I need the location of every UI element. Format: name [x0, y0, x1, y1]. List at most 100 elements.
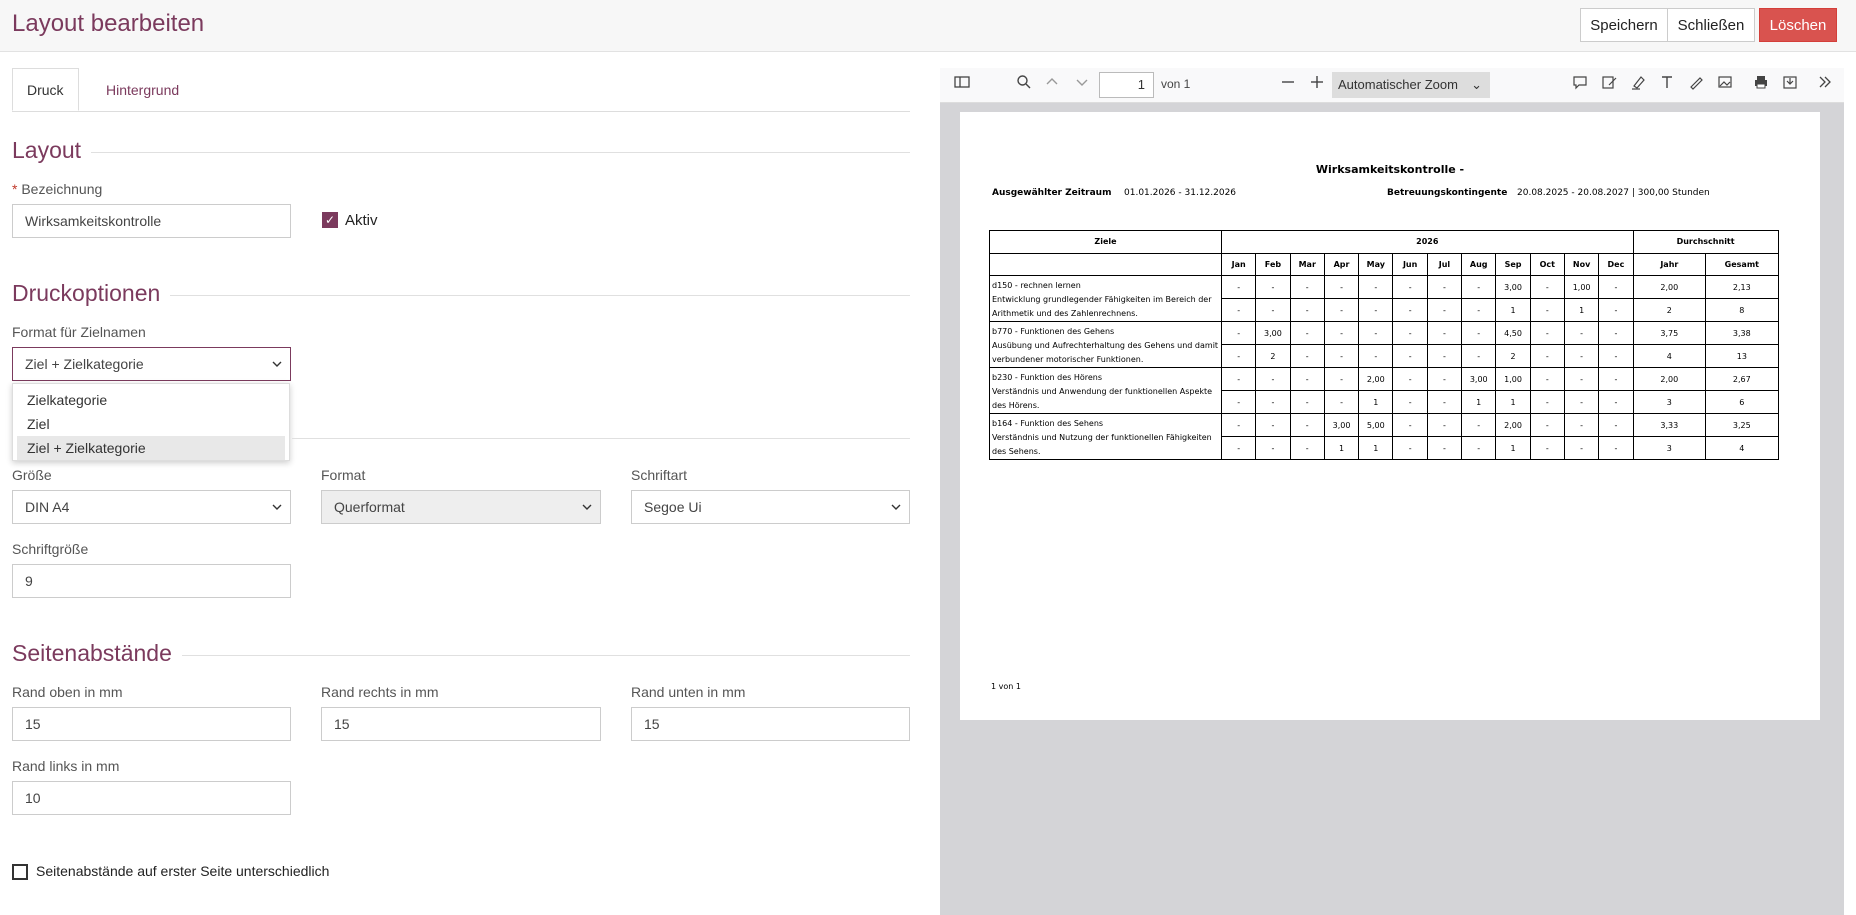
- value-cell: 3,33: [1632, 413, 1707, 437]
- zoom-in-icon[interactable]: [1310, 74, 1324, 93]
- avg-col-header: Jahr: [1632, 252, 1707, 276]
- value-cell: 3,00: [1495, 275, 1531, 299]
- option-ziel-zielkategorie[interactable]: Ziel + Zielkategorie: [17, 436, 285, 460]
- count-cell: -: [1255, 390, 1291, 414]
- value-cell: 3,00: [1255, 321, 1291, 345]
- table-row: b164 - Funktion des Sehens Verständnis un…: [989, 413, 1779, 460]
- count-cell: 4: [1705, 436, 1779, 460]
- value-cell: 2,00: [1632, 275, 1707, 299]
- text-icon[interactable]: [1659, 74, 1675, 93]
- count-cell: -: [1598, 390, 1634, 414]
- month-header: May: [1358, 252, 1394, 276]
- chevron-down-icon: [272, 359, 282, 372]
- zoom-select[interactable]: Automatischer Zoom ⌄: [1332, 72, 1490, 98]
- save-download-icon[interactable]: [1782, 74, 1798, 93]
- font-size-label: Schriftgröße: [12, 541, 89, 557]
- value-cell: -: [1563, 321, 1600, 345]
- margin-left-input[interactable]: 10: [12, 781, 291, 815]
- count-cell: -: [1461, 344, 1497, 368]
- count-cell: -: [1563, 436, 1600, 460]
- value-cell: -: [1220, 367, 1257, 391]
- value-cell: -: [1220, 321, 1257, 345]
- goal-name: b230 - Funktion des Hörens: [992, 373, 1103, 382]
- goal-cell: d150 - rechnen lernen Entwicklung grundle…: [989, 275, 1222, 322]
- year-header: 2026: [1221, 230, 1634, 254]
- previous-page-icon[interactable]: [1045, 74, 1059, 93]
- count-cell: -: [1289, 344, 1325, 368]
- margin-bottom-input[interactable]: 15: [631, 707, 910, 741]
- comment-icon[interactable]: [1572, 74, 1588, 93]
- table-row: b770 - Funktionen des Gehens Ausübung und…: [989, 321, 1779, 368]
- month-header: Jul: [1426, 252, 1463, 276]
- subheader-row: Jan Feb Mar Apr May Jun Jul Aug Sep Oct Nov Dec Jahr…: [989, 252, 1779, 276]
- page-number-input[interactable]: 1: [1099, 72, 1154, 98]
- font-size-input[interactable]: 9: [12, 564, 291, 598]
- signature-icon[interactable]: [1601, 74, 1617, 93]
- zoom-out-icon[interactable]: [1281, 74, 1295, 93]
- sidebar-toggle-icon[interactable]: [954, 74, 970, 93]
- value-cell: 2,67: [1705, 367, 1779, 391]
- highlight-icon[interactable]: [1630, 74, 1646, 93]
- count-cell: -: [1392, 344, 1428, 368]
- count-cell: -: [1426, 436, 1463, 460]
- draw-icon[interactable]: [1688, 74, 1704, 93]
- option-ziel[interactable]: Ziel: [17, 412, 285, 436]
- page-count: von 1: [1161, 77, 1191, 91]
- first-page-margins-label: Seitenabstände auf erster Seite untersch…: [36, 863, 330, 879]
- print-icon[interactable]: [1753, 74, 1769, 93]
- value-cell: 3,25: [1705, 413, 1779, 437]
- quota-value: 20.08.2025 - 20.08.2027 | 300,00 Stunden: [1517, 188, 1710, 198]
- next-page-icon[interactable]: [1075, 74, 1089, 93]
- tab-background[interactable]: Hintergrund: [92, 68, 193, 111]
- count-cell: 1: [1495, 390, 1531, 414]
- goals-header: Ziele: [989, 230, 1222, 254]
- count-cell: -: [1392, 390, 1428, 414]
- count-cell: 1: [1358, 436, 1394, 460]
- count-cell: -: [1323, 298, 1360, 322]
- size-select[interactable]: DIN A4: [12, 490, 291, 524]
- count-cell: -: [1392, 436, 1428, 460]
- value-cell: -: [1598, 413, 1634, 437]
- name-input[interactable]: Wirksamkeitskontrolle: [12, 204, 291, 238]
- count-cell: -: [1461, 298, 1497, 322]
- first-page-margins-checkbox[interactable]: [12, 864, 28, 880]
- table-row: d150 - rechnen lernen Entwicklung grundle…: [989, 275, 1779, 322]
- count-cell: -: [1529, 436, 1565, 460]
- quota-label: Betreuungskontingente: [1387, 188, 1508, 198]
- count-cell: 1: [1323, 436, 1360, 460]
- layout-section-heading: Layout: [12, 137, 910, 167]
- value-cell: -: [1220, 275, 1257, 299]
- image-icon[interactable]: [1717, 74, 1733, 93]
- month-header: Apr: [1323, 252, 1360, 276]
- count-cell: -: [1358, 344, 1394, 368]
- option-zielkategorie[interactable]: Zielkategorie: [17, 388, 285, 412]
- count-cell: -: [1289, 390, 1325, 414]
- font-select[interactable]: Segoe Ui: [631, 490, 910, 524]
- chevron-down-icon: [272, 502, 282, 515]
- tab-print[interactable]: Druck: [12, 68, 79, 111]
- active-checkbox[interactable]: ✓: [322, 212, 338, 228]
- count-cell: 1: [1563, 298, 1600, 322]
- month-header: Mar: [1289, 252, 1325, 276]
- goal-description: Verständnis und Nutzung der funktionelle…: [992, 433, 1212, 456]
- value-cell: -: [1323, 275, 1360, 299]
- margin-top-input[interactable]: 15: [12, 707, 291, 741]
- page-footer: 1 von 1: [991, 682, 1021, 691]
- goal-cell: b230 - Funktion des Hörens Verständnis un…: [989, 367, 1222, 414]
- count-cell: 1: [1495, 298, 1531, 322]
- margin-left-label: Rand links in mm: [12, 758, 120, 774]
- margin-right-input[interactable]: 15: [321, 707, 601, 741]
- close-button[interactable]: Schließen: [1667, 8, 1755, 42]
- pdf-viewer: 1 von 1 Automatischer Zoom ⌄ Wirksamkeits…: [940, 68, 1844, 915]
- goal-name: b164 - Funktion des Sehens: [992, 419, 1104, 428]
- value-cell: -: [1255, 367, 1291, 391]
- divider: [292, 438, 910, 439]
- goal-format-select[interactable]: Ziel + Zielkategorie: [12, 347, 291, 381]
- value-cell: -: [1426, 413, 1463, 437]
- count-cell: -: [1255, 436, 1291, 460]
- count-cell: 2: [1495, 344, 1531, 368]
- more-tools-icon[interactable]: [1817, 74, 1833, 93]
- delete-button[interactable]: Löschen: [1759, 8, 1837, 42]
- save-button[interactable]: Speichern: [1580, 8, 1668, 42]
- search-icon[interactable]: [1016, 74, 1032, 93]
